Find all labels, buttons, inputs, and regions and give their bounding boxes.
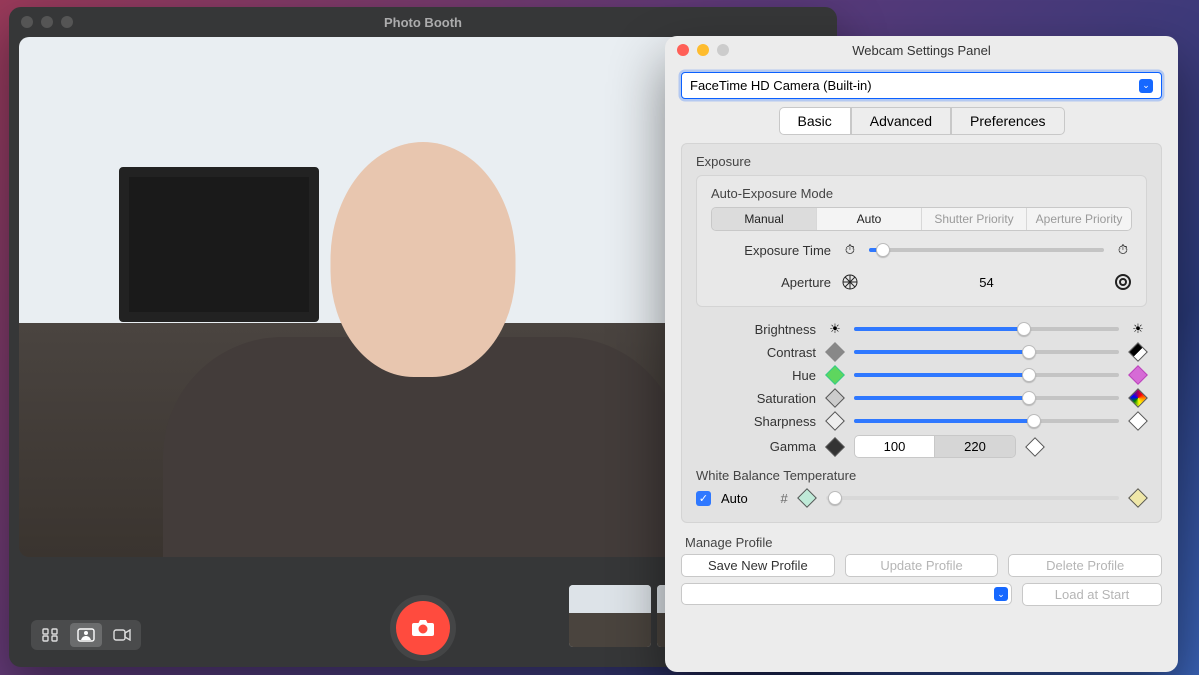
hue-min-icon — [826, 366, 844, 384]
mode-aperture-priority[interactable]: Aperture Priority — [1027, 208, 1131, 230]
dropdown-arrows-icon: ⌄ — [994, 587, 1008, 601]
hue-row: Hue — [696, 366, 1147, 384]
wb-hash-label: # — [758, 491, 788, 506]
aperture-row: Aperture 54 — [711, 273, 1132, 291]
gamma-label: Gamma — [696, 439, 816, 454]
camera-select-value: FaceTime HD Camera (Built-in) — [690, 78, 872, 93]
wb-title: White Balance Temperature — [696, 468, 1147, 483]
aperture-min-icon — [841, 273, 859, 291]
mode-manual[interactable]: Manual — [712, 208, 817, 230]
contrast-slider[interactable] — [854, 344, 1119, 360]
aperture-max-icon — [1114, 273, 1132, 291]
saturation-label: Saturation — [696, 391, 816, 406]
update-profile-button[interactable]: Update Profile — [845, 554, 999, 577]
gamma-max-icon — [1026, 438, 1044, 456]
camera-select[interactable]: FaceTime HD Camera (Built-in) ⌄ — [681, 72, 1162, 99]
exposure-time-row: Exposure Time ⏱ ⏱ — [711, 241, 1132, 259]
saturation-max-icon — [1129, 389, 1147, 407]
save-profile-button[interactable]: Save New Profile — [681, 554, 835, 577]
manage-profile-title: Manage Profile — [685, 535, 1162, 550]
shutter-button[interactable] — [396, 601, 450, 655]
exposure-group: Exposure Auto-Exposure Mode Manual Auto … — [681, 143, 1162, 523]
aperture-label: Aperture — [711, 275, 831, 290]
stopwatch-min-icon: ⏱ — [841, 241, 859, 259]
mode-auto[interactable]: Auto — [817, 208, 922, 230]
wb-auto-label: Auto — [721, 491, 748, 506]
minimize-icon[interactable] — [697, 44, 709, 56]
single-mode-button[interactable] — [70, 623, 102, 647]
close-icon[interactable] — [21, 16, 33, 28]
brightness-max-icon: ☀ — [1129, 320, 1147, 338]
brightness-slider[interactable] — [854, 321, 1119, 337]
exposure-title: Exposure — [696, 154, 1147, 169]
zoom-icon[interactable] — [61, 16, 73, 28]
dropdown-arrows-icon: ⌄ — [1139, 79, 1153, 93]
minimize-icon[interactable] — [41, 16, 53, 28]
gamma-lo-value[interactable]: 100 — [855, 436, 935, 457]
delete-profile-button[interactable]: Delete Profile — [1008, 554, 1162, 577]
gamma-stepper[interactable]: 100 220 — [854, 435, 1016, 458]
video-mode-button[interactable] — [106, 623, 138, 647]
brightness-row: Brightness ☀ ☀ — [696, 320, 1147, 338]
exposure-time-slider[interactable] — [869, 242, 1104, 258]
sharpness-row: Sharpness — [696, 412, 1147, 430]
auto-exposure-title: Auto-Exposure Mode — [711, 186, 1132, 201]
stopwatch-max-icon: ⏱ — [1114, 241, 1132, 259]
sharpness-label: Sharpness — [696, 414, 816, 429]
settings-traffic-lights[interactable] — [677, 44, 729, 56]
profile-select[interactable]: ⌄ — [681, 583, 1012, 605]
wb-warm-icon — [1129, 489, 1147, 507]
saturation-slider[interactable] — [854, 390, 1119, 406]
sharpness-min-icon — [826, 412, 844, 430]
settings-tabs: Basic Advanced Preferences — [681, 107, 1162, 135]
contrast-label: Contrast — [696, 345, 816, 360]
tab-preferences[interactable]: Preferences — [951, 107, 1064, 135]
contrast-max-icon — [1129, 343, 1147, 361]
sharpness-max-icon — [1129, 412, 1147, 430]
contrast-row: Contrast — [696, 343, 1147, 361]
wb-cool-icon — [798, 489, 816, 507]
exposure-mode-segmented[interactable]: Manual Auto Shutter Priority Aperture Pr… — [711, 207, 1132, 231]
hue-slider[interactable] — [854, 367, 1119, 383]
tab-basic[interactable]: Basic — [779, 107, 851, 135]
exposure-time-label: Exposure Time — [711, 243, 831, 258]
close-icon[interactable] — [677, 44, 689, 56]
wb-auto-checkbox[interactable]: ✓ — [696, 491, 711, 506]
mode-shutter-priority[interactable]: Shutter Priority — [922, 208, 1027, 230]
settings-title: Webcam Settings Panel — [852, 43, 991, 58]
gamma-hi-value[interactable]: 220 — [935, 436, 1015, 457]
wb-row: ✓ Auto # — [696, 489, 1147, 507]
brightness-label: Brightness — [696, 322, 816, 337]
gamma-row: Gamma 100 220 — [696, 435, 1147, 458]
grid-mode-button[interactable] — [34, 623, 66, 647]
webcam-settings-window: Webcam Settings Panel FaceTime HD Camera… — [665, 36, 1178, 672]
load-at-start-button[interactable]: Load at Start — [1022, 583, 1162, 606]
person-silhouette — [153, 177, 693, 557]
saturation-row: Saturation — [696, 389, 1147, 407]
settings-titlebar: Webcam Settings Panel — [665, 36, 1178, 64]
zoom-icon[interactable] — [717, 44, 729, 56]
photo-booth-titlebar: Photo Booth — [9, 7, 837, 37]
mode-switcher[interactable] — [31, 620, 141, 650]
saturation-min-icon — [826, 389, 844, 407]
hue-label: Hue — [696, 368, 816, 383]
sharpness-slider[interactable] — [854, 413, 1119, 429]
manage-profile-section: Manage Profile Save New Profile Update P… — [681, 531, 1162, 606]
tab-advanced[interactable]: Advanced — [851, 107, 951, 135]
aperture-value: 54 — [869, 275, 1104, 290]
auto-exposure-inner: Auto-Exposure Mode Manual Auto Shutter P… — [696, 175, 1147, 307]
wb-slider — [826, 490, 1119, 506]
brightness-min-icon: ☀ — [826, 320, 844, 338]
camera-icon — [411, 618, 435, 638]
photo-booth-title: Photo Booth — [384, 15, 462, 30]
hue-max-icon — [1129, 366, 1147, 384]
gamma-min-icon — [826, 438, 844, 456]
contrast-min-icon — [826, 343, 844, 361]
photo-booth-traffic-lights[interactable] — [21, 16, 73, 28]
